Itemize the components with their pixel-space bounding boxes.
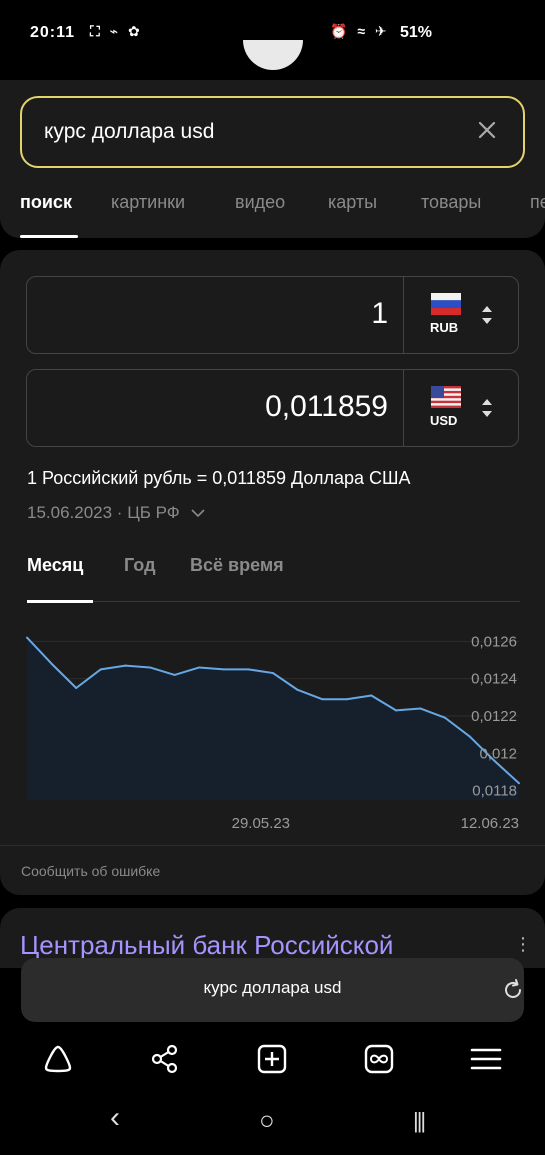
usa-flag-icon [431, 386, 461, 408]
x-tick-label: 12.06.23 [461, 815, 519, 832]
battery-percent: 51% [400, 24, 433, 41]
avatar[interactable] [243, 40, 303, 70]
chevron-down-icon [191, 509, 206, 518]
data-point [50, 662, 53, 665]
converter-to-row: 0,011859 USD [26, 369, 519, 447]
data-point [444, 716, 447, 719]
more-options-icon[interactable]: ⋮ [514, 934, 532, 955]
currency-select-icon[interactable] [481, 304, 493, 326]
divider [403, 370, 404, 446]
system-navigation: ‹ ○ ||| [0, 1095, 545, 1155]
home-icon[interactable]: ○ [259, 1105, 275, 1136]
data-point [99, 668, 102, 671]
period-tab-all-time[interactable]: Всё время [190, 555, 284, 576]
data-point [419, 707, 422, 710]
from-amount-input[interactable]: 1 [371, 297, 388, 331]
tab-goods[interactable]: товары [421, 192, 481, 213]
to-currency-code[interactable]: USD [430, 413, 457, 428]
tab-more[interactable]: пе [530, 192, 545, 213]
data-point [173, 673, 176, 676]
new-tab-icon[interactable] [256, 1043, 288, 1075]
converter-from-row: 1 RUB [26, 276, 519, 354]
from-currency-code[interactable]: RUB [430, 320, 458, 335]
rate-date-source[interactable]: 15.06.2023 · ЦБ РФ [27, 503, 206, 523]
period-tabs: Месяц Год Всё время [27, 553, 520, 603]
data-point [518, 782, 520, 785]
data-point [124, 664, 127, 667]
data-point [75, 687, 78, 689]
to-amount-input[interactable]: 0,011859 [265, 390, 388, 424]
data-point [149, 666, 151, 669]
active-tab-indicator [20, 235, 78, 238]
status-time: 20:11 [30, 24, 76, 41]
search-tabs: поиск картинки видео карты товары пе [20, 190, 545, 238]
rate-chart-svg: 0,0126 0,0124 0,0122 0,012 0,0118 29.05.23 12.… [26, 633, 520, 832]
y-tick-label: 0,0126 [471, 633, 517, 650]
currency-converter: 1 RUB 0,011859 USD 1 Российский рубль = … [0, 250, 545, 895]
result-title[interactable]: Центральный банк Российской [20, 930, 393, 961]
rate-chart[interactable]: 0,0126 0,0124 0,0122 0,012 0,0118 29.05.23 12.… [0, 615, 545, 835]
y-tick-label: 0,012 [479, 745, 517, 762]
menu-icon[interactable] [470, 1043, 502, 1075]
currency-select-icon[interactable] [481, 397, 493, 419]
close-icon[interactable] [475, 118, 499, 142]
system-status-icons: ⏰ ≈ ✈ [330, 23, 390, 39]
y-tick-label: 0,0124 [471, 671, 517, 688]
data-point [222, 668, 225, 671]
data-point [345, 698, 348, 701]
search-header: курс доллара usd поиск картинки видео ка… [0, 80, 545, 238]
divider [403, 277, 404, 353]
period-tab-month[interactable]: Месяц [27, 555, 83, 576]
x-tick-label: 29.05.23 [232, 815, 290, 832]
notification-icons: ⛶ ⌁ ✿ [90, 23, 143, 39]
period-tab-year[interactable]: Год [124, 555, 156, 576]
report-error-link[interactable]: Сообщить об ошибке [21, 863, 160, 879]
search-input[interactable]: курс доллара usd [20, 96, 525, 168]
alice-icon[interactable] [42, 1043, 74, 1075]
y-tick-label: 0,0118 [472, 783, 517, 800]
refresh-icon[interactable] [501, 978, 525, 1002]
divider [0, 845, 545, 846]
tab-images[interactable]: картинки [111, 192, 185, 213]
data-point [468, 735, 471, 738]
back-icon[interactable]: ‹ [110, 1101, 120, 1135]
data-point [370, 694, 373, 697]
tab-search[interactable]: поиск [20, 192, 72, 213]
data-point [296, 688, 299, 691]
search-query[interactable]: курс доллара usd [44, 120, 214, 144]
y-tick-label: 0,0122 [471, 708, 517, 725]
tabs-icon[interactable] [363, 1043, 395, 1075]
recents-icon[interactable]: ||| [413, 1108, 426, 1134]
tab-maps[interactable]: карты [328, 192, 377, 213]
data-point [26, 636, 28, 639]
data-point [272, 672, 274, 675]
tab-video[interactable]: видео [235, 192, 285, 213]
address-bar-query[interactable]: курс доллара usd [21, 978, 524, 998]
address-bar[interactable]: курс доллара usd [21, 958, 524, 1022]
exchange-rate-text: 1 Российский рубль = 0,011859 Доллара СШ… [27, 468, 411, 488]
data-point [395, 709, 397, 712]
share-icon[interactable] [149, 1043, 181, 1075]
divider [27, 601, 520, 602]
data-point [321, 698, 324, 701]
russia-flag-icon [431, 293, 461, 315]
data-point [247, 668, 250, 671]
browser-toolbar [0, 1035, 545, 1085]
rate-date-label: 15.06.2023 · ЦБ РФ [27, 503, 180, 522]
data-point [198, 666, 201, 669]
active-period-indicator [27, 600, 93, 603]
